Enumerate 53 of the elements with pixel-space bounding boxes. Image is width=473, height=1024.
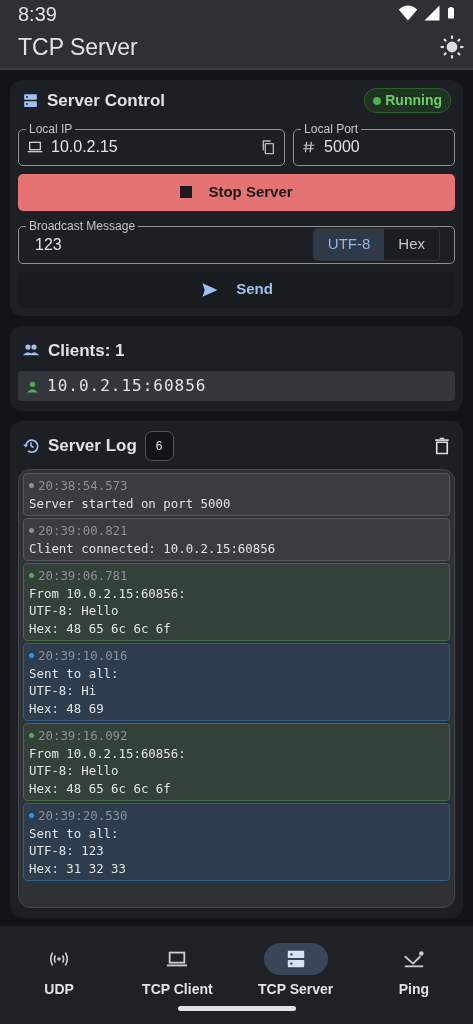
log-text: From 10.0.2.15:60856: [29,584,187,602]
status-time: 8:39 [17,2,57,26]
log-text: From 10.0.2.15:60856: [29,744,187,762]
card-title: Clients: 1 [48,339,125,362]
wifi-icon [397,3,419,23]
log-time: 20:38:54.573 [38,477,128,495]
log-text: Sent to all: [29,824,120,842]
log-text: UTF-8: Hello [29,762,120,780]
nav-tab[interactable]: TCP Server [236,936,355,1006]
laptop-icon [27,139,43,155]
card-title: Server Control [47,90,166,112]
field-label: Local Port [301,121,362,136]
stop-server-button[interactable]: Stop Server [18,173,455,211]
log-text: Hex: 31 32 33 [29,859,127,877]
log-time: 20:39:20.530 [38,807,128,825]
log-text: UTF-8: 123 [29,842,105,860]
person-icon [26,379,39,393]
nav-tab[interactable]: Ping [354,936,473,1006]
server-icon [22,92,39,110]
count-badge: 6 [144,431,174,461]
copy-icon[interactable] [260,139,277,155]
log-text: Hex: 48 65 6c 6c 6f [29,779,172,797]
nav-tab[interactable]: TCP Client [118,936,237,1006]
log-text: UTF-8: Hi [29,682,98,700]
delete-icon[interactable] [433,437,451,455]
encoding-toggle[interactable]: Hex [384,229,439,260]
app-title: TCP Server [17,33,139,62]
log-time: 20:39:00.821 [38,522,128,540]
log-text: Hex: 48 69 [29,699,105,717]
stop-icon [180,186,193,198]
log-text: Server started on port 5000 [29,494,232,512]
nav-tab[interactable]: UDP [0,936,119,1006]
port-input[interactable]: 5000 [324,135,446,159]
card-title: Server Log [48,435,137,458]
signal-icon [423,3,441,23]
hash-icon [302,139,317,155]
message-input[interactable]: 123 [35,232,313,257]
send-button[interactable]: Send [18,271,455,308]
log-time: 20:39:10.016 [38,647,128,665]
ip-input[interactable]: 10.0.2.15 [51,135,253,159]
field-label: Broadcast Message [26,218,139,233]
log-text: Hex: 48 65 6c 6c 6f [29,619,172,637]
log-text: Client connected: 10.0.2.15:60856 [29,539,277,557]
client-row: 10.0.2.15:60856 [18,371,455,401]
log-text: Sent to all: [29,664,120,682]
history-icon [22,437,40,455]
theme-toggle-icon[interactable] [439,34,465,61]
status-badge: Running [364,88,451,114]
field-label: Local IP [26,121,76,136]
log-time: 20:39:06.781 [38,567,128,585]
log-time: 20:39:16.092 [38,727,128,745]
log-text: UTF-8: Hello [29,602,120,620]
encoding-toggle[interactable]: UTF-8 [313,229,385,260]
